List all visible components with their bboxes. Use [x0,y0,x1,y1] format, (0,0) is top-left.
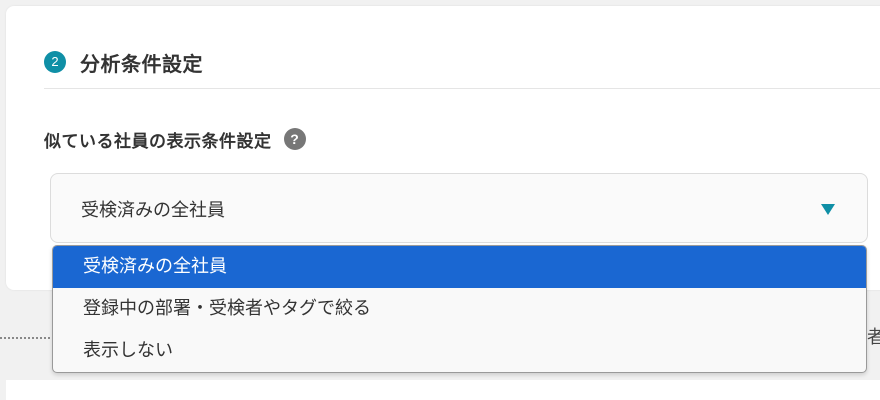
field-label-row: 似ている社員の表示条件設定 ? [44,126,306,152]
select-current-value: 受検済みの全社員 [81,200,225,221]
dotted-divider [0,337,50,339]
section-header: 2 分析条件設定 [44,44,203,80]
triangle-down-icon [821,204,835,215]
next-card-edge [6,380,880,400]
step-number-badge: 2 [44,51,66,73]
select-options-list: 受検済みの全社員 登録中の部署・受検者やタグで絞る 表示しない [52,245,867,373]
display-condition-select[interactable]: 受検済みの全社員 [50,173,868,243]
option-all-examined-employees[interactable]: 受検済みの全社員 [53,246,866,288]
section-divider [44,88,880,89]
option-do-not-display[interactable]: 表示しない [53,330,866,372]
option-filter-by-department-tags[interactable]: 登録中の部署・受検者やタグで絞る [53,288,866,330]
background-edge-text: 者 [867,327,880,348]
question-circle-icon[interactable]: ? [283,128,306,150]
section-title: 分析条件設定 [80,51,203,76]
similar-employees-display-label: 似ている社員の表示条件設定 [44,131,272,152]
